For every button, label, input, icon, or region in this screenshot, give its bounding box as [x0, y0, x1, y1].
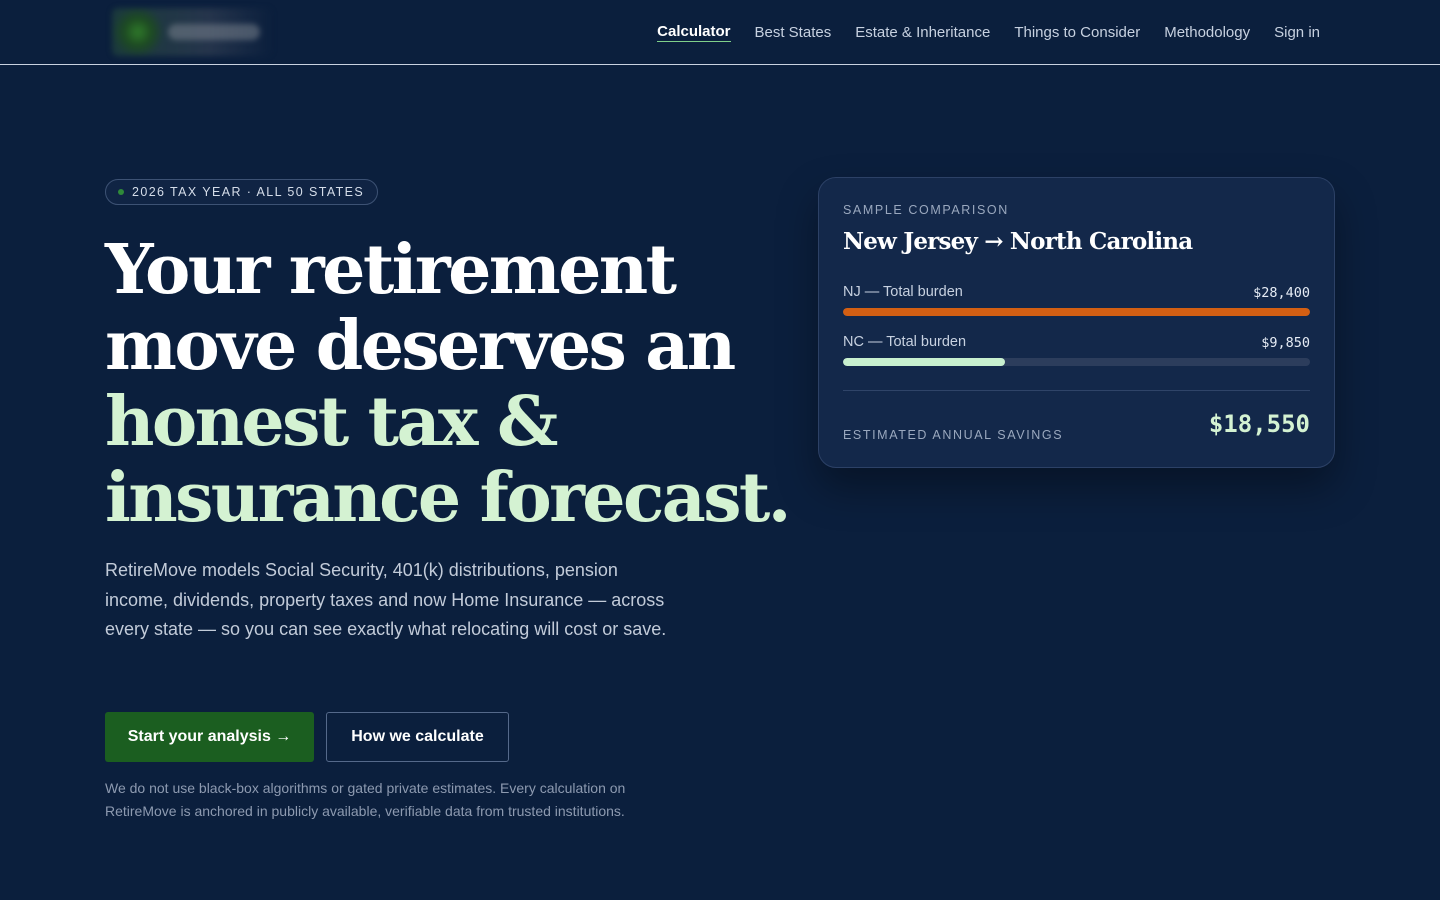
nc-burden-value: $9,850 [1261, 335, 1310, 351]
hero-headline: Your retirement move deserves an honest … [105, 230, 791, 538]
savings-value: $18,550 [1208, 410, 1310, 438]
card-title: New Jersey → North Carolina [843, 228, 1193, 255]
badge-text: 2026 TAX YEAR · ALL 50 STATES [132, 185, 365, 199]
hero-lead-text: RetireMove models Social Security, 401(k… [105, 560, 667, 639]
nav-link-methodology[interactable]: Methodology [1164, 24, 1250, 41]
how-we-calculate-button[interactable]: How we calculate [326, 712, 509, 762]
start-analysis-button[interactable]: Start your analysis → [105, 712, 314, 762]
sample-comparison-card: SAMPLE COMPARISON New Jersey → North Car… [818, 177, 1335, 468]
nj-burden-value: $28,400 [1253, 285, 1310, 301]
brand-logo[interactable] [112, 8, 272, 56]
nav-link-calculator[interactable]: Calculator [657, 23, 731, 42]
nj-burden-bar-fill [843, 308, 1310, 316]
headline-line-1: Your retirement [105, 230, 677, 310]
nav-link-best-states[interactable]: Best States [755, 24, 832, 41]
savings-label: ESTIMATED ANNUAL SAVINGS [843, 428, 1064, 442]
headline-line-2: move deserves an [105, 306, 736, 386]
logo-wordmark [168, 24, 260, 40]
headline-line-4: insurance forecast. [105, 458, 791, 538]
nc-burden-bar [843, 358, 1310, 366]
nc-burden-label: NC — Total burden [843, 334, 967, 350]
nav-links: Calculator Best States Estate & Inherita… [657, 0, 1320, 64]
status-dot-icon [118, 189, 124, 195]
nc-burden-bar-fill [843, 358, 1006, 366]
nj-burden-label: NJ — Total burden [843, 284, 963, 300]
nav-link-things-to-consider[interactable]: Things to Consider [1014, 24, 1140, 41]
top-nav: Calculator Best States Estate & Inherita… [0, 0, 1440, 65]
tax-year-badge: 2026 TAX YEAR · ALL 50 STATES [105, 179, 379, 205]
card-divider [843, 390, 1310, 391]
headline-line-3: honest tax & [105, 382, 558, 462]
methodology-disclaimer: We do not use black-box algorithms or ga… [105, 780, 626, 819]
nav-link-estate-inheritance[interactable]: Estate & Inheritance [855, 24, 990, 41]
nav-link-sign-in[interactable]: Sign in [1274, 24, 1320, 41]
nj-burden-bar [843, 308, 1310, 316]
card-eyebrow: SAMPLE COMPARISON [843, 203, 1009, 217]
